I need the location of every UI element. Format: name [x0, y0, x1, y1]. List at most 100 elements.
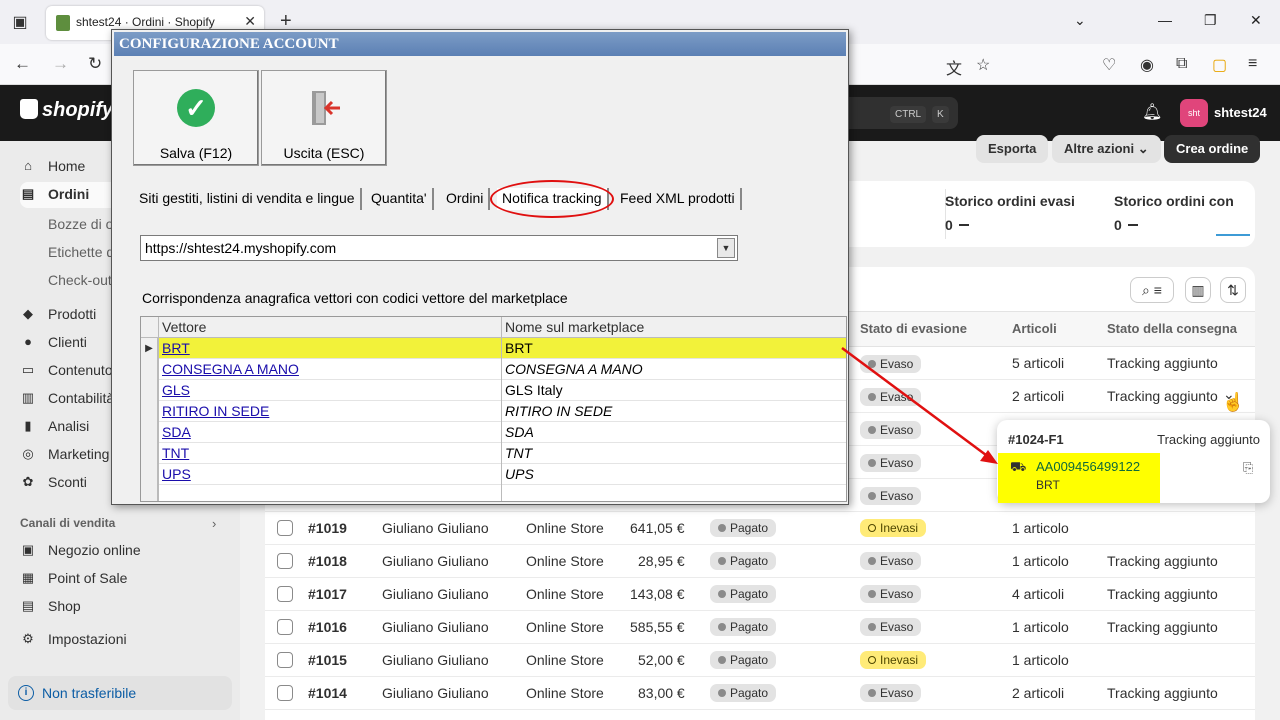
sidebar-sub-checkout[interactable]: Check-out	[48, 272, 112, 288]
orders-icon: ▤	[21, 186, 35, 201]
order-number[interactable]: #1016	[308, 619, 347, 635]
tab-overflow-chevron-icon[interactable]: ⌄	[1074, 12, 1086, 29]
sidebar-sub-labels[interactable]: Etichette d	[48, 244, 114, 260]
create-order-button[interactable]: Crea ordine	[1164, 135, 1261, 163]
carrier-cell[interactable]: SDA	[162, 424, 191, 440]
carrier-cell[interactable]: GLS	[162, 382, 190, 398]
order-number[interactable]: #1015	[308, 652, 347, 668]
sidebar-item-pos[interactable]: ▦ Point of Sale	[20, 566, 230, 592]
header-items[interactable]: Articoli	[1012, 321, 1057, 336]
bookmark-star-icon[interactable]: ☆	[976, 55, 990, 75]
grid-row[interactable]: GLS GLS Italy	[141, 380, 846, 401]
row-checkbox[interactable]	[277, 652, 293, 668]
table-row[interactable]: #1016 Giuliano Giuliano Online Store 585…	[265, 611, 1255, 644]
tracking-number-link[interactable]: AA009456499122	[1036, 459, 1140, 474]
table-row[interactable]: #1017 Giuliano Giuliano Online Store 143…	[265, 578, 1255, 611]
order-number[interactable]: #1019	[308, 520, 347, 536]
tab-list-icon[interactable]: ▣	[10, 12, 30, 32]
avatar[interactable]: sht	[1180, 99, 1208, 127]
row-checkbox[interactable]	[277, 553, 293, 569]
minimize-icon[interactable]: —	[1158, 12, 1172, 28]
columns-icon[interactable]: ▥	[1185, 277, 1211, 303]
grid-row[interactable]: CONSEGNA A MANO CONSEGNA A MANO	[141, 359, 846, 380]
tab-orders[interactable]: Ordini	[441, 188, 491, 210]
marketplace-cell[interactable]: TNT	[505, 445, 532, 461]
carrier-cell[interactable]: UPS	[162, 466, 191, 482]
account-icon[interactable]: ◉	[1140, 55, 1154, 75]
tab-xml-feed[interactable]: Feed XML prodotti	[615, 188, 742, 210]
order-number[interactable]: #1017	[308, 586, 347, 602]
marketplace-cell[interactable]: GLS Italy	[505, 382, 563, 398]
carrier-cell[interactable]: BRT	[162, 340, 190, 356]
copy-clipboard-icon[interactable]: ⎘	[1243, 460, 1253, 476]
forward-icon[interactable]: →	[52, 54, 69, 74]
row-checkbox[interactable]	[277, 586, 293, 602]
shopify-logo[interactable]: shopify	[20, 99, 113, 122]
save-button[interactable]: ✓ Salva (F12)	[133, 70, 259, 166]
dropdown-arrow-icon[interactable]: ▼	[717, 238, 735, 258]
fulfillment-badge: Inevasi	[860, 651, 927, 669]
site-select[interactable]: https://shtest24.myshopify.com ▼	[140, 235, 738, 261]
table-row[interactable]: #1018 Giuliano Giuliano Online Store 28,…	[265, 545, 1255, 578]
menu-icon[interactable]: ≡	[1248, 55, 1257, 73]
more-actions-button[interactable]: Altre azioni ⌄	[1052, 135, 1161, 163]
close-window-icon[interactable]: ✕	[1250, 12, 1262, 29]
channel-cell: Online Store	[526, 685, 604, 701]
header-fulfillment[interactable]: Stato di evasione	[860, 321, 967, 336]
sales-channels-title[interactable]: Canali di vendita	[20, 516, 115, 530]
carrier-cell[interactable]: CONSEGNA A MANO	[162, 361, 299, 377]
order-number[interactable]: #1018	[308, 553, 347, 569]
row-checkbox[interactable]	[277, 619, 293, 635]
sidebar-item-shop[interactable]: ▤ Shop	[20, 594, 230, 620]
translate-icon[interactable]: 文	[946, 55, 962, 79]
table-row[interactable]: #1014 Giuliano Giuliano Online Store 83,…	[265, 677, 1255, 710]
non-transferable-banner[interactable]: i Non trasferibile	[8, 676, 232, 710]
exit-button[interactable]: Uscita (ESC)	[261, 70, 387, 166]
marketplace-cell[interactable]: RITIRO IN SEDE	[505, 403, 612, 419]
tab-quantity[interactable]: Quantita'	[366, 188, 434, 210]
container-icon[interactable]: ▢	[1212, 55, 1227, 75]
reload-icon[interactable]: ↻	[88, 54, 102, 74]
grid-row-empty[interactable]	[141, 485, 846, 501]
stat-delivered[interactable]: Storico ordini con 0	[1114, 193, 1234, 233]
row-checkbox[interactable]	[277, 520, 293, 536]
marketplace-cell[interactable]: UPS	[505, 466, 534, 482]
bell-icon[interactable]: 🔔︎	[1142, 102, 1162, 122]
pocket-icon[interactable]: ♡	[1102, 55, 1116, 75]
order-number[interactable]: #1014	[308, 685, 347, 701]
back-icon[interactable]: ←	[14, 54, 31, 74]
grid-row[interactable]: RITIRO IN SEDE RITIRO IN SEDE	[141, 401, 846, 422]
header-carrier[interactable]: Vettore	[162, 319, 206, 335]
header-marketplace-name[interactable]: Nome sul marketplace	[505, 319, 644, 335]
sidebar-item-online-store[interactable]: ▣ Negozio online	[20, 538, 230, 564]
store-name[interactable]: shtest24	[1214, 105, 1267, 120]
close-tab-icon[interactable]: ✕	[244, 13, 256, 30]
marketplace-cell[interactable]: BRT	[505, 340, 533, 356]
sidebar-item-settings[interactable]: ⚙ Impostazioni	[20, 627, 230, 653]
export-button[interactable]: Esporta	[976, 135, 1049, 163]
extensions-icon[interactable]: ⧉	[1176, 55, 1187, 73]
fulfillment-badge: Evaso	[860, 585, 922, 603]
search-filter-button[interactable]: ⌕ ≡	[1130, 277, 1174, 303]
grid-row[interactable]: UPS UPS	[141, 464, 846, 485]
chevron-right-icon[interactable]: ›	[212, 516, 216, 531]
maximize-icon[interactable]: ❐	[1204, 12, 1217, 29]
items-cell: 1 articolo	[1012, 520, 1069, 536]
table-row[interactable]: #1015 Giuliano Giuliano Online Store 52,…	[265, 644, 1255, 677]
sidebar-sub-drafts[interactable]: Bozze di o	[48, 216, 113, 232]
payment-badge: Pagato	[710, 684, 777, 702]
carrier-cell[interactable]: TNT	[162, 445, 189, 461]
table-row[interactable]: #1019 Giuliano Giuliano Online Store 641…	[265, 512, 1255, 545]
grid-row[interactable]: ▶ BRT BRT	[141, 338, 846, 359]
total-cell: 585,55 €	[630, 619, 685, 635]
marketplace-cell[interactable]: SDA	[505, 424, 534, 440]
marketplace-cell[interactable]: CONSEGNA A MANO	[505, 361, 643, 377]
grid-row[interactable]: TNT TNT	[141, 443, 846, 464]
carrier-cell[interactable]: RITIRO IN SEDE	[162, 403, 269, 419]
row-checkbox[interactable]	[277, 685, 293, 701]
grid-row[interactable]: SDA SDA	[141, 422, 846, 443]
sort-icon[interactable]: ⇅	[1220, 277, 1246, 303]
header-delivery[interactable]: Stato della consegna	[1107, 321, 1237, 336]
stat-fulfilled[interactable]: Storico ordini evasi 0	[945, 193, 1075, 233]
tab-sites[interactable]: Siti gestiti, listini di vendita e lingu…	[134, 188, 362, 210]
